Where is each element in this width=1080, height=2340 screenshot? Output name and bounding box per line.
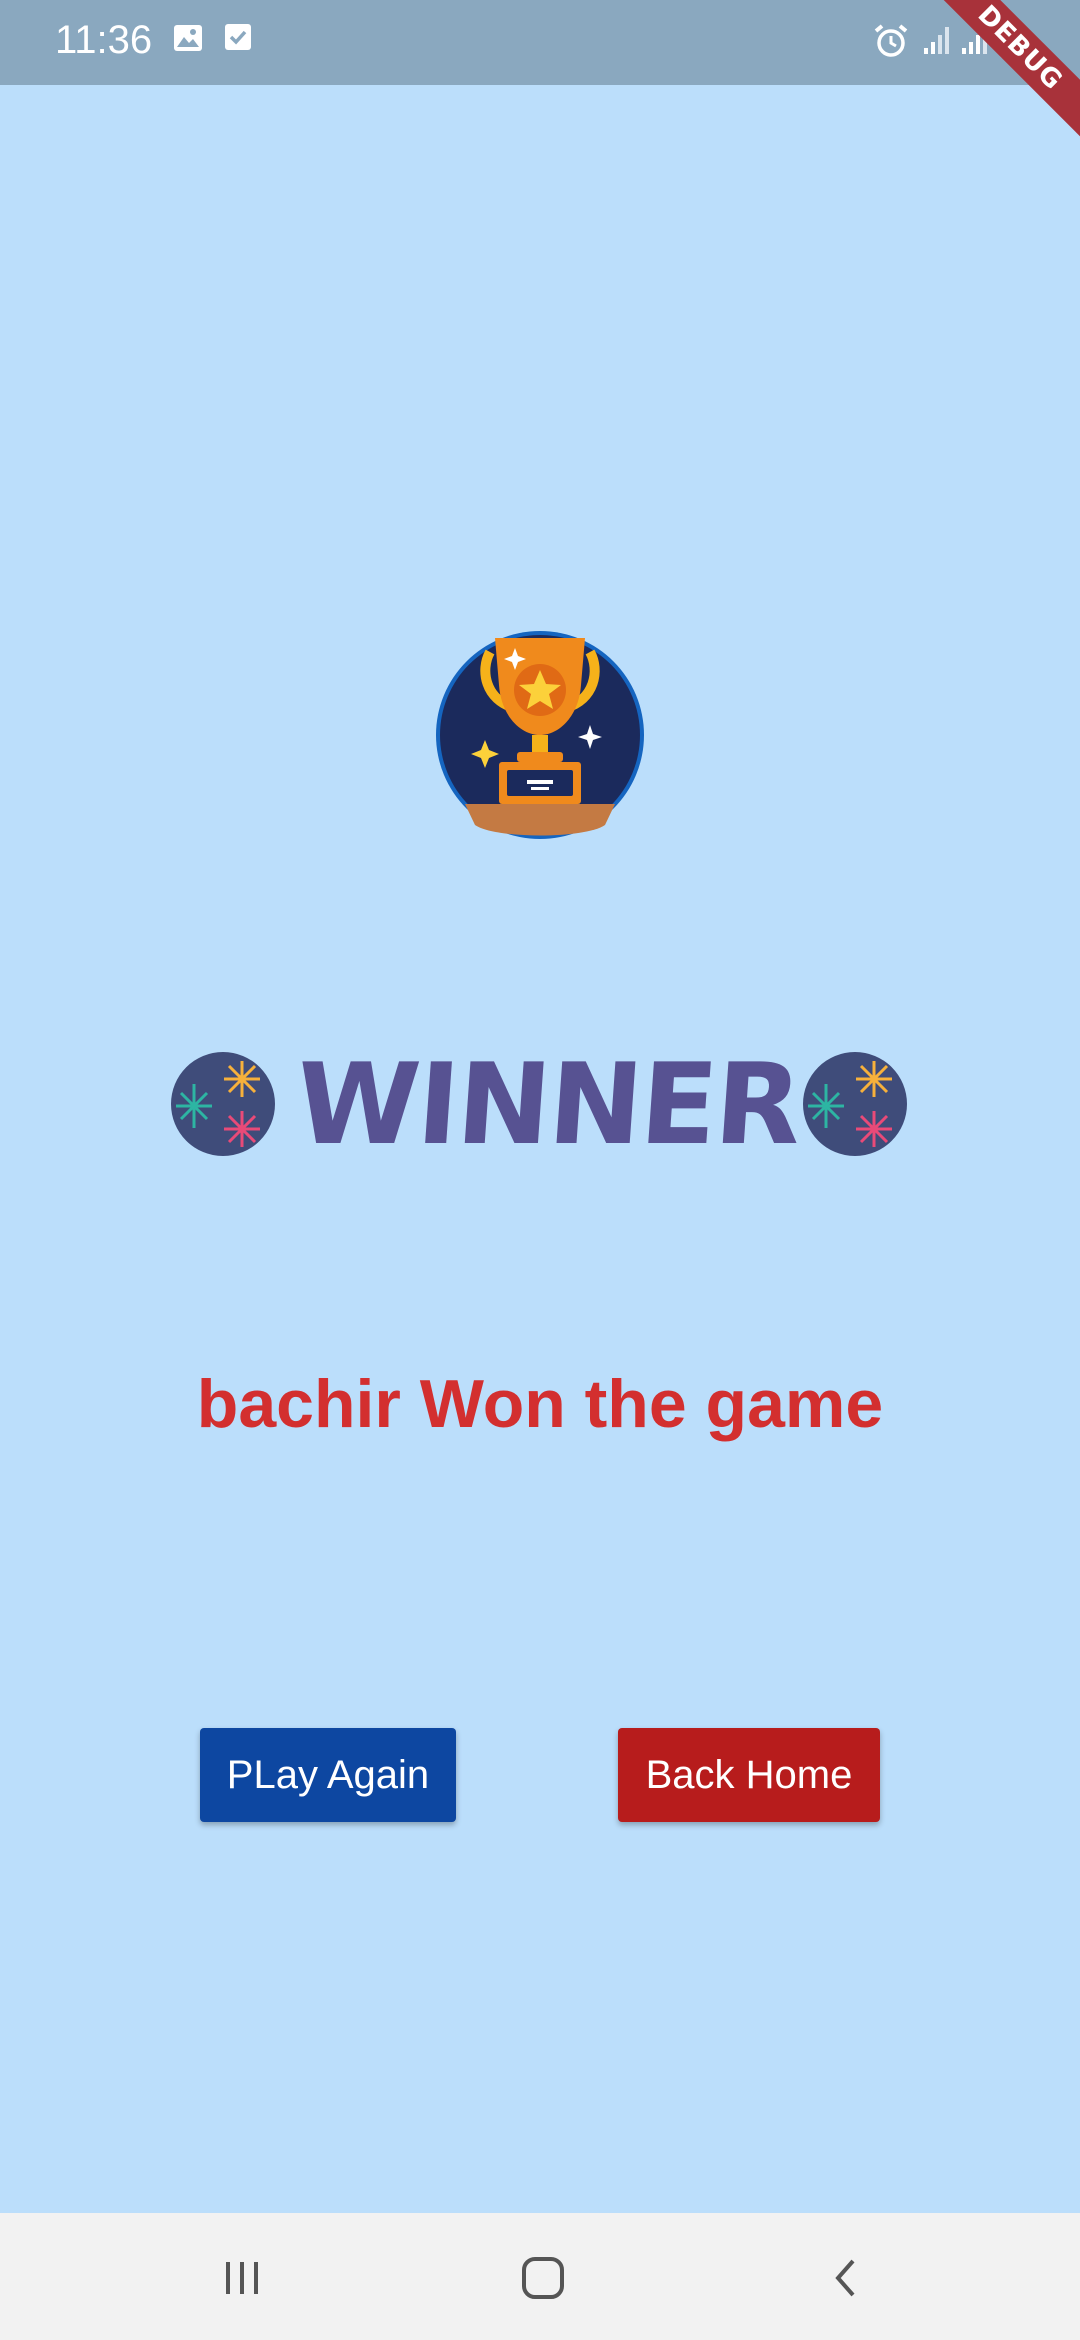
alarm-icon [874, 24, 908, 57]
check-box-icon [225, 24, 251, 50]
winner-banner: WINNER [170, 1040, 910, 1170]
winner-screen: WINNER bachir Won the game PLay Again Ba… [0, 85, 1080, 2213]
status-bar: 11:36 [0, 0, 1080, 85]
home-button[interactable] [508, 2243, 578, 2313]
result-message: bachir Won the game [196, 1366, 884, 1442]
fireworks-icon [171, 1052, 275, 1156]
trophy-icon [436, 631, 644, 839]
home-icon [522, 2257, 564, 2299]
signal-icon [924, 27, 949, 54]
play-again-button[interactable]: PLay Again [200, 1728, 456, 1822]
back-icon [835, 2259, 855, 2297]
status-time: 11:36 [55, 18, 153, 62]
recent-apps-button[interactable] [207, 2243, 277, 2313]
recent-apps-icon [226, 2262, 258, 2294]
winner-title: WINNER [291, 1040, 804, 1170]
fireworks-icon [803, 1052, 907, 1156]
navigation-bar [0, 2213, 1080, 2340]
image-icon [174, 25, 202, 51]
back-button[interactable] [812, 2243, 882, 2313]
back-home-button[interactable]: Back Home [618, 1728, 880, 1822]
